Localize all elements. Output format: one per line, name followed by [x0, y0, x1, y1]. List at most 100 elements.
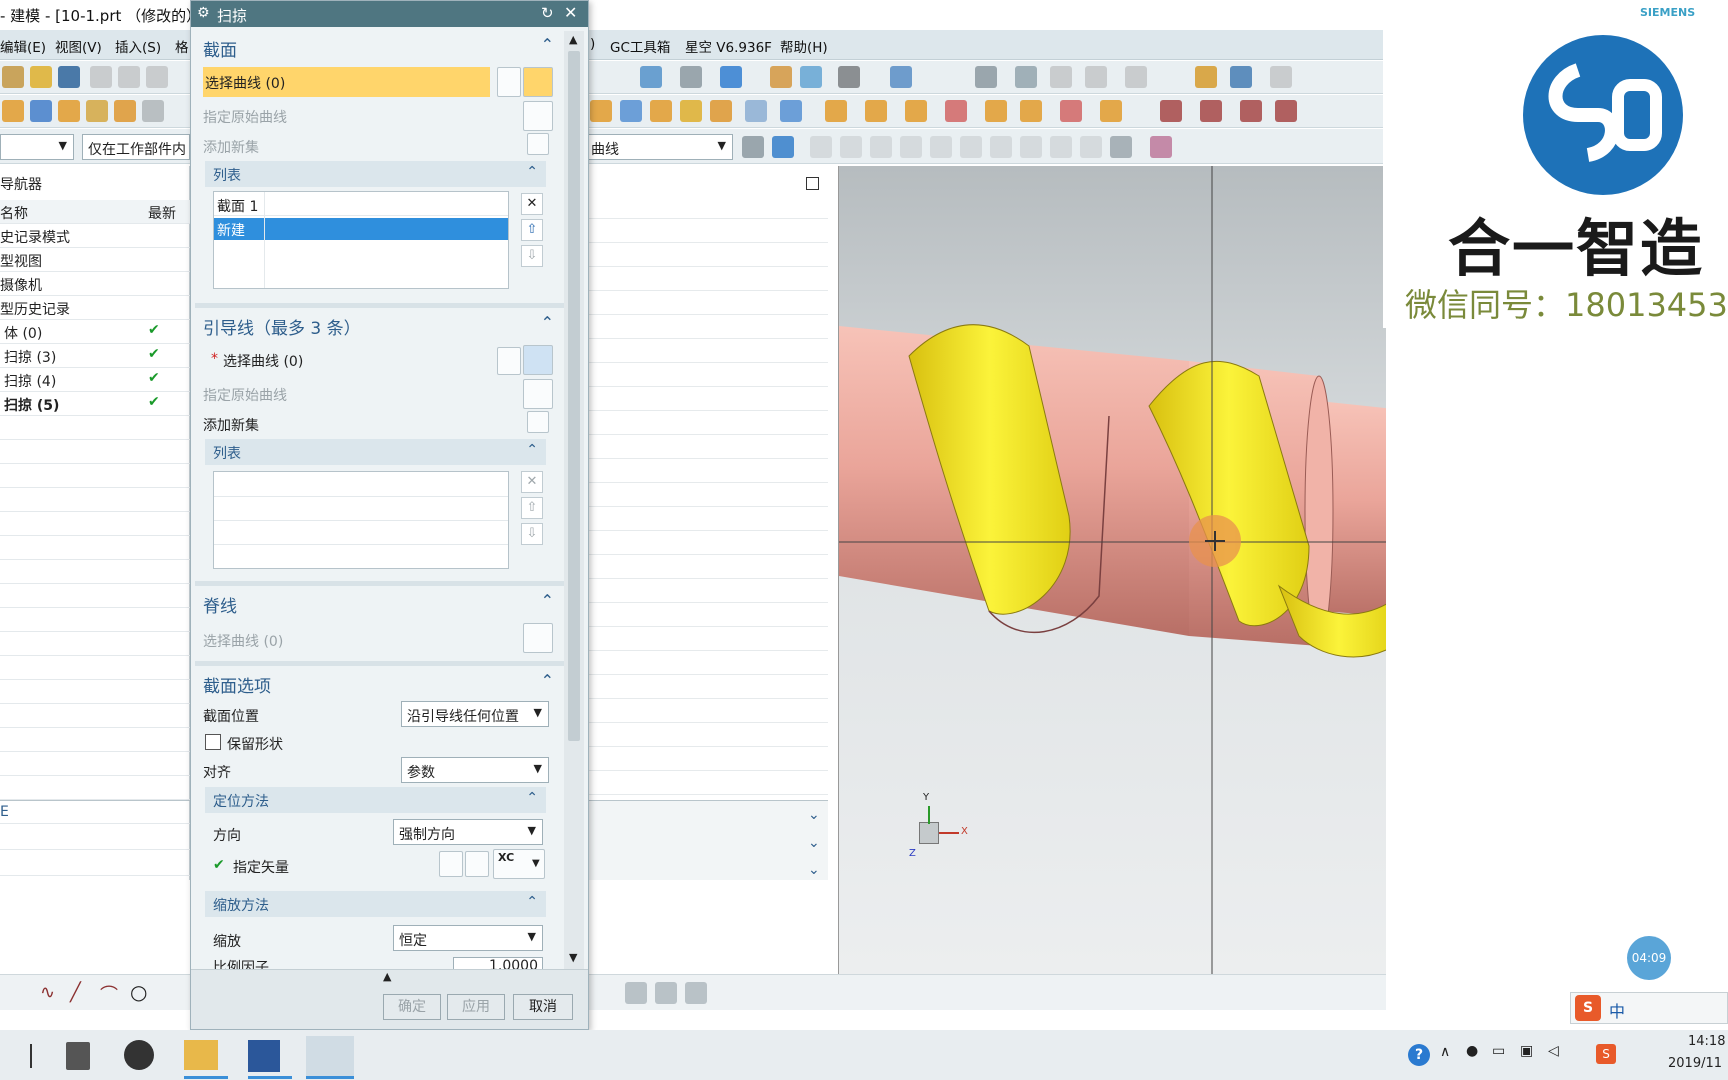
sogou-tray-icon[interactable]: S — [1596, 1044, 1616, 1064]
list-item-selected[interactable]: 新建 — [214, 218, 508, 240]
stop-at-intersection-icon[interactable] — [742, 136, 764, 158]
deselect-icon[interactable] — [497, 347, 521, 375]
ok-button[interactable]: 确定 — [383, 994, 441, 1020]
ruler-icon[interactable] — [1270, 66, 1292, 88]
subtract-icon[interactable] — [865, 100, 887, 122]
offset-face-icon[interactable] — [710, 100, 732, 122]
snap-end-icon[interactable] — [840, 136, 862, 158]
list-item[interactable]: 截面 1 — [214, 194, 508, 216]
fit-view-icon[interactable] — [640, 66, 662, 88]
scope-select[interactable]: 仅在工作部件内 — [82, 134, 190, 160]
snap-intersect-icon[interactable] — [930, 136, 952, 158]
snap-quadrant-icon[interactable] — [990, 136, 1012, 158]
follow-fillet-icon[interactable] — [772, 136, 794, 158]
thicken-icon[interactable] — [1100, 100, 1122, 122]
arc-icon[interactable] — [1200, 100, 1222, 122]
trim-body-icon[interactable] — [680, 100, 702, 122]
apply-button[interactable]: 应用 — [447, 994, 505, 1020]
cube-view-icon[interactable] — [720, 66, 742, 88]
vector-type-select[interactable]: XC ▼ — [493, 849, 545, 879]
recording-timer[interactable]: 04:09 — [1627, 936, 1671, 980]
view-select-icon[interactable] — [1110, 136, 1132, 158]
shell-icon[interactable] — [620, 100, 642, 122]
cut-icon[interactable] — [90, 66, 112, 88]
menu-format[interactable]: 格 — [175, 36, 189, 56]
measure-icon[interactable] — [1195, 66, 1217, 88]
reverse-direction-icon[interactable] — [439, 851, 463, 877]
circle-icon[interactable]: ○ — [130, 980, 147, 1004]
dependencies-panel-header[interactable]: E — [0, 800, 190, 824]
word-icon[interactable] — [248, 1040, 280, 1072]
intersect-icon[interactable] — [905, 100, 927, 122]
file-explorer-icon[interactable] — [184, 1040, 218, 1070]
origin-curve-icon[interactable] — [523, 379, 553, 409]
app-icon[interactable] — [124, 1040, 154, 1070]
quick-pick-icon[interactable] — [1150, 136, 1172, 158]
direction-select[interactable]: 强制方向 ▼ — [393, 819, 543, 845]
move-up-icon[interactable]: ⇧ — [521, 219, 543, 241]
line-icon[interactable]: ╱ — [70, 982, 81, 1003]
dialog-title-bar[interactable]: ⚙ 扫掠 ↻ ✕ — [191, 1, 588, 27]
ime-language[interactable]: 中 — [1609, 998, 1625, 1022]
scaling-select[interactable]: 恒定 ▼ — [393, 925, 543, 951]
scale-factor-input[interactable]: 1.0000 — [453, 957, 543, 969]
paste-icon[interactable] — [146, 66, 168, 88]
new-file-icon[interactable] — [2, 66, 24, 88]
chevron-down-icon[interactable]: ⌄ — [808, 835, 820, 851]
section-view-icon[interactable] — [800, 66, 822, 88]
add-set-icon[interactable] — [527, 411, 549, 433]
gear-icon[interactable]: ⚙ — [197, 5, 210, 21]
select-guide-curve[interactable]: 选择曲线 (0) — [223, 351, 303, 371]
hole-icon[interactable] — [86, 100, 108, 122]
move-down-icon[interactable]: ⇩ — [521, 245, 543, 267]
cylinder-icon[interactable] — [142, 100, 164, 122]
scrollbar-thumb[interactable] — [568, 51, 580, 741]
snap-oncurve-icon[interactable] — [1050, 136, 1072, 158]
help-icon[interactable]: ? — [1408, 1044, 1430, 1066]
helix-icon[interactable] — [1275, 100, 1297, 122]
orientation-method-header[interactable]: 定位方法 ⌃ — [205, 787, 546, 813]
nav-row-history-mode[interactable]: 史记录模式 — [0, 224, 190, 248]
nav-row-model-history[interactable]: 型历史记录 — [0, 296, 190, 320]
profile-icon[interactable]: ∿ — [40, 982, 55, 1003]
menu-edit[interactable]: 编辑(E) — [0, 36, 46, 56]
select-spine-curve[interactable]: 选择曲线 (0) — [203, 631, 283, 651]
nav-row-model-views[interactable]: 型视图 — [0, 248, 190, 272]
chevron-up-icon[interactable]: ∧ — [1440, 1044, 1450, 1060]
constraint-icon[interactable] — [625, 982, 647, 1004]
replace-face-icon[interactable] — [985, 100, 1007, 122]
snap-existing-icon[interactable] — [1020, 136, 1042, 158]
nav-row-body[interactable]: 体 (0) ✔ — [0, 320, 190, 344]
snap-control-icon[interactable] — [900, 136, 922, 158]
preview-panel-header[interactable] — [0, 852, 190, 876]
mirror-icon[interactable] — [780, 100, 802, 122]
deselect-icon[interactable] — [497, 67, 521, 97]
chevron-down-icon[interactable]: ⌄ — [808, 862, 820, 878]
table-icon[interactable] — [975, 66, 997, 88]
snap-mid-icon[interactable] — [870, 136, 892, 158]
guide-group-header[interactable]: 引导线（最多 3 条） ⌃ — [197, 309, 562, 339]
nav-row-sweep-3[interactable]: 扫掠 (3) ✔ — [0, 344, 190, 368]
open-folder-icon[interactable] — [30, 66, 52, 88]
select-section-curve[interactable]: 选择曲线 (0) — [203, 67, 490, 97]
copy-icon[interactable] — [118, 66, 140, 88]
move-up-icon[interactable]: ⇧ — [521, 497, 543, 519]
nav-row-sweep-5[interactable]: 扫掠 (5) ✔ — [0, 392, 190, 416]
section-position-select[interactable]: 沿引导线任何位置 ▼ — [401, 701, 549, 727]
snap-point-icon[interactable] — [810, 136, 832, 158]
scaling-method-header[interactable]: 缩放方法 ⌃ — [205, 891, 546, 917]
shade-icon[interactable] — [680, 66, 702, 88]
reset-icon[interactable]: ↻ — [541, 4, 554, 22]
delete-face-icon[interactable] — [945, 100, 967, 122]
nav-row-sweep-4[interactable]: 扫掠 (4) ✔ — [0, 368, 190, 392]
maximize-icon[interactable] — [806, 177, 819, 190]
menu-view[interactable]: 视图(V) — [55, 36, 102, 56]
origin-curve-icon[interactable] — [523, 101, 553, 131]
menu-gc-toolbox[interactable]: GC工具箱 — [610, 36, 670, 56]
layer-icon[interactable] — [770, 66, 792, 88]
analysis-icon[interactable] — [1230, 66, 1252, 88]
boss-icon[interactable] — [114, 100, 136, 122]
chevron-down-icon[interactable]: ⌄ — [808, 807, 820, 823]
remove-icon[interactable]: ✕ — [521, 193, 543, 215]
network-icon[interactable]: ▣ — [1520, 1043, 1533, 1059]
